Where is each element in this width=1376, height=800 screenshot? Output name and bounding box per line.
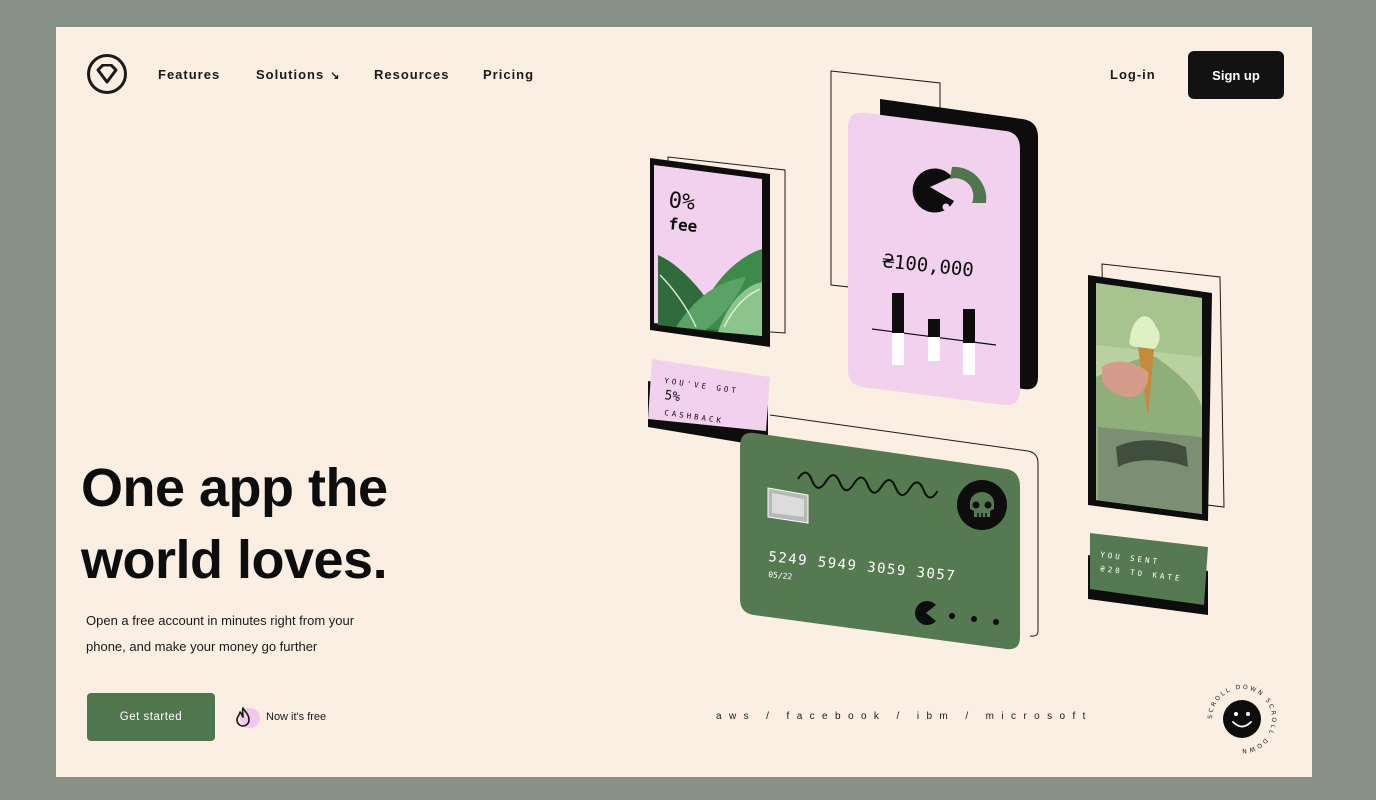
skull-icon [957, 480, 1007, 530]
hero-subtitle-line1: Open a free account in minutes right fro… [86, 613, 355, 628]
smiley-icon [1223, 700, 1261, 738]
fee-label: fee [668, 214, 699, 236]
free-note-label: Now it's free [266, 711, 327, 723]
hero-subtitle: Open a free account in minutes right fro… [86, 608, 406, 660]
hero-title: One app the world loves. [81, 452, 541, 596]
hero-title-line1: One app the [81, 458, 388, 518]
flame-icon [234, 706, 260, 728]
landing-page: Features Solutions ↘ Resources Pricing Lo… [56, 27, 1312, 777]
brand-list: aws / facebook / ibm / microsoft [716, 711, 1093, 722]
hero-subtitle-line2: phone, and make your money go further [86, 639, 318, 654]
scroll-down-badge[interactable]: SCROLL DOWN SCROLL DOWN [1206, 683, 1278, 755]
fee-percent: 0% [667, 188, 696, 216]
credit-card [740, 432, 1020, 650]
cashback-percent: 5% [663, 388, 681, 405]
icecream-photo [1096, 283, 1202, 514]
get-started-button[interactable]: Get started [87, 693, 215, 741]
hero-title-line2: world loves. [81, 530, 388, 590]
hero-illustration: 0% fee ₴100,000 YOU'VE GOT 5% CASHBACK 5… [648, 70, 1225, 650]
free-note: Now it's free [234, 706, 326, 728]
